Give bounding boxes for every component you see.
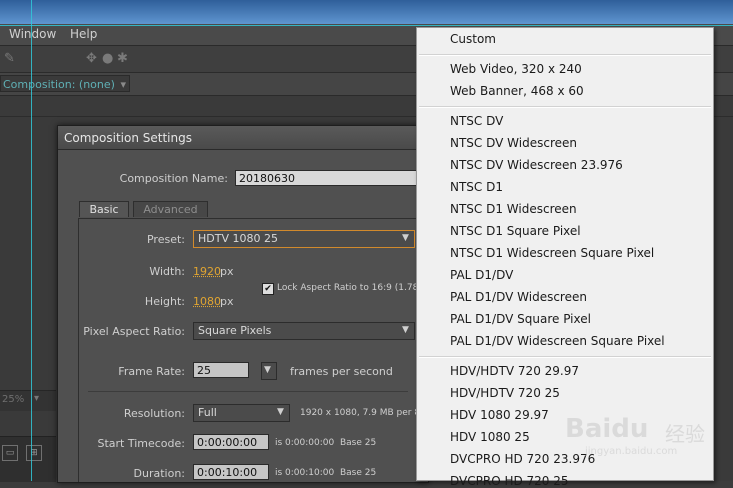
watermark-url: jingyan.baidu.com (585, 446, 678, 457)
preset-value: HDTV 1080 25 (198, 232, 278, 245)
preset-label: Preset: (146, 233, 185, 246)
width-unit: px (220, 265, 234, 278)
preset-option[interactable]: NTSC D1 Square Pixel (450, 224, 581, 238)
preset-option[interactable]: NTSC DV (450, 114, 503, 128)
zoom-dropdown-icon[interactable]: ▾ (34, 393, 39, 404)
timeline-controls: ▭ ⊞ (0, 436, 56, 482)
puppet-starch-icon[interactable]: ✱ (117, 51, 128, 66)
comp-name-field[interactable]: 20180630 (235, 170, 428, 186)
resolution-label: Resolution: (123, 407, 185, 420)
start-timecode-label: Start Timecode: (97, 437, 185, 450)
lock-aspect-label: Lock Aspect Ratio to 16:9 (1.78) (277, 283, 422, 293)
frame-rate-field[interactable]: 25 (193, 362, 249, 378)
preset-option[interactable]: NTSC D1 Widescreen Square Pixel (450, 246, 654, 260)
preset-option[interactable]: HDV 1080 29.97 (450, 408, 549, 422)
preset-select[interactable]: HDTV 1080 25 ▼ (193, 230, 415, 248)
frame-rate-dropdown[interactable]: ▼ (261, 362, 277, 380)
duration-field[interactable]: 0:00:10:00 (193, 464, 269, 480)
menu-window[interactable]: Window (9, 27, 56, 41)
frame-rate-unit: frames per second (290, 365, 393, 378)
height-unit: px (220, 295, 234, 308)
width-value[interactable]: 1920 (193, 265, 221, 278)
menu-separator (419, 54, 711, 56)
resolution-select[interactable]: Full ▼ (193, 404, 290, 422)
preset-option[interactable]: Web Banner, 468 x 60 (450, 84, 584, 98)
tab-basic[interactable]: Basic (79, 201, 129, 217)
composition-tab-label: Composition: (none) (3, 78, 115, 91)
chevron-down-icon[interactable]: ▼ (402, 325, 412, 335)
height-label: Height: (144, 295, 185, 308)
comp-name-label: Composition Name: (119, 172, 228, 185)
menu-separator (419, 356, 711, 358)
menu-separator (419, 106, 711, 108)
chevron-down-icon[interactable]: ▼ (277, 407, 287, 417)
chevron-down-icon[interactable]: ▼ (402, 233, 412, 243)
duration-label: Duration: (133, 467, 185, 480)
preset-option[interactable]: PAL D1/DV (450, 268, 513, 282)
preset-option[interactable]: DVCPRO HD 720 25 (450, 474, 569, 488)
vertical-guide (31, 0, 32, 481)
preset-option[interactable]: HDV/HDTV 720 25 (450, 386, 560, 400)
dialog-divider (88, 391, 408, 392)
preset-option[interactable]: NTSC D1 Widescreen (450, 202, 577, 216)
frame-rate-label: Frame Rate: (118, 365, 185, 378)
width-label: Width: (149, 265, 185, 278)
preset-option[interactable]: Custom (450, 32, 496, 46)
preset-option[interactable]: HDV/HDTV 720 29.97 (450, 364, 579, 378)
puppet-overlap-icon[interactable]: ● (102, 51, 113, 66)
start-timecode-info: is 0:00:00:00 Base 25 (275, 438, 377, 448)
menu-help[interactable]: Help (70, 27, 97, 41)
lock-aspect-checkbox[interactable]: ✔ (262, 283, 274, 295)
pixel-aspect-select[interactable]: Square Pixels ▼ (193, 322, 415, 340)
puppet-pin-icon[interactable]: ✥ (86, 51, 97, 66)
dialog-title: Composition Settings (58, 126, 428, 150)
zoom-level[interactable]: 25% (2, 394, 24, 405)
preset-option[interactable]: Web Video, 320 x 240 (450, 62, 582, 76)
tab-advanced[interactable]: Advanced (133, 201, 208, 217)
composition-mini-flowchart-icon[interactable]: ⊞ (26, 445, 42, 461)
watermark-cn: 经验 (665, 422, 705, 446)
preset-option[interactable]: NTSC DV Widescreen 23.976 (450, 158, 623, 172)
preset-option[interactable]: PAL D1/DV Widescreen (450, 290, 587, 304)
composition-tab[interactable]: Composition: (none) ▾ (0, 75, 130, 92)
watermark-brand: Baidu (565, 414, 649, 444)
duration-info: is 0:00:10:00 Base 25 (275, 468, 377, 478)
pixel-aspect-value: Square Pixels (198, 324, 272, 337)
pixel-aspect-label: Pixel Aspect Ratio: (83, 325, 185, 338)
chevron-down-icon[interactable]: ▼ (264, 365, 274, 375)
preset-option[interactable]: PAL D1/DV Square Pixel (450, 312, 591, 326)
window-titlebar (0, 0, 733, 24)
preset-option[interactable]: HDV 1080 25 (450, 430, 530, 444)
height-value[interactable]: 1080 (193, 295, 221, 308)
pen-icon[interactable]: ✎ (4, 51, 15, 66)
preset-option[interactable]: NTSC D1 (450, 180, 503, 194)
start-timecode-field[interactable]: 0:00:00:00 (193, 434, 269, 450)
horizontal-guide (0, 25, 733, 26)
composition-settings-dialog: Composition Settings Composition Name: 2… (57, 125, 466, 483)
baidu-watermark: Baidu 经验 jingyan.baidu.com (565, 404, 725, 464)
preset-option[interactable]: PAL D1/DV Widescreen Square Pixel (450, 334, 665, 348)
viewer-footer: 25% ▾ (0, 390, 56, 411)
render-queue-icon[interactable]: ▭ (2, 445, 18, 461)
preset-option[interactable]: NTSC DV Widescreen (450, 136, 577, 150)
chevron-down-icon[interactable]: ▾ (120, 76, 126, 93)
resolution-value: Full (198, 406, 217, 419)
